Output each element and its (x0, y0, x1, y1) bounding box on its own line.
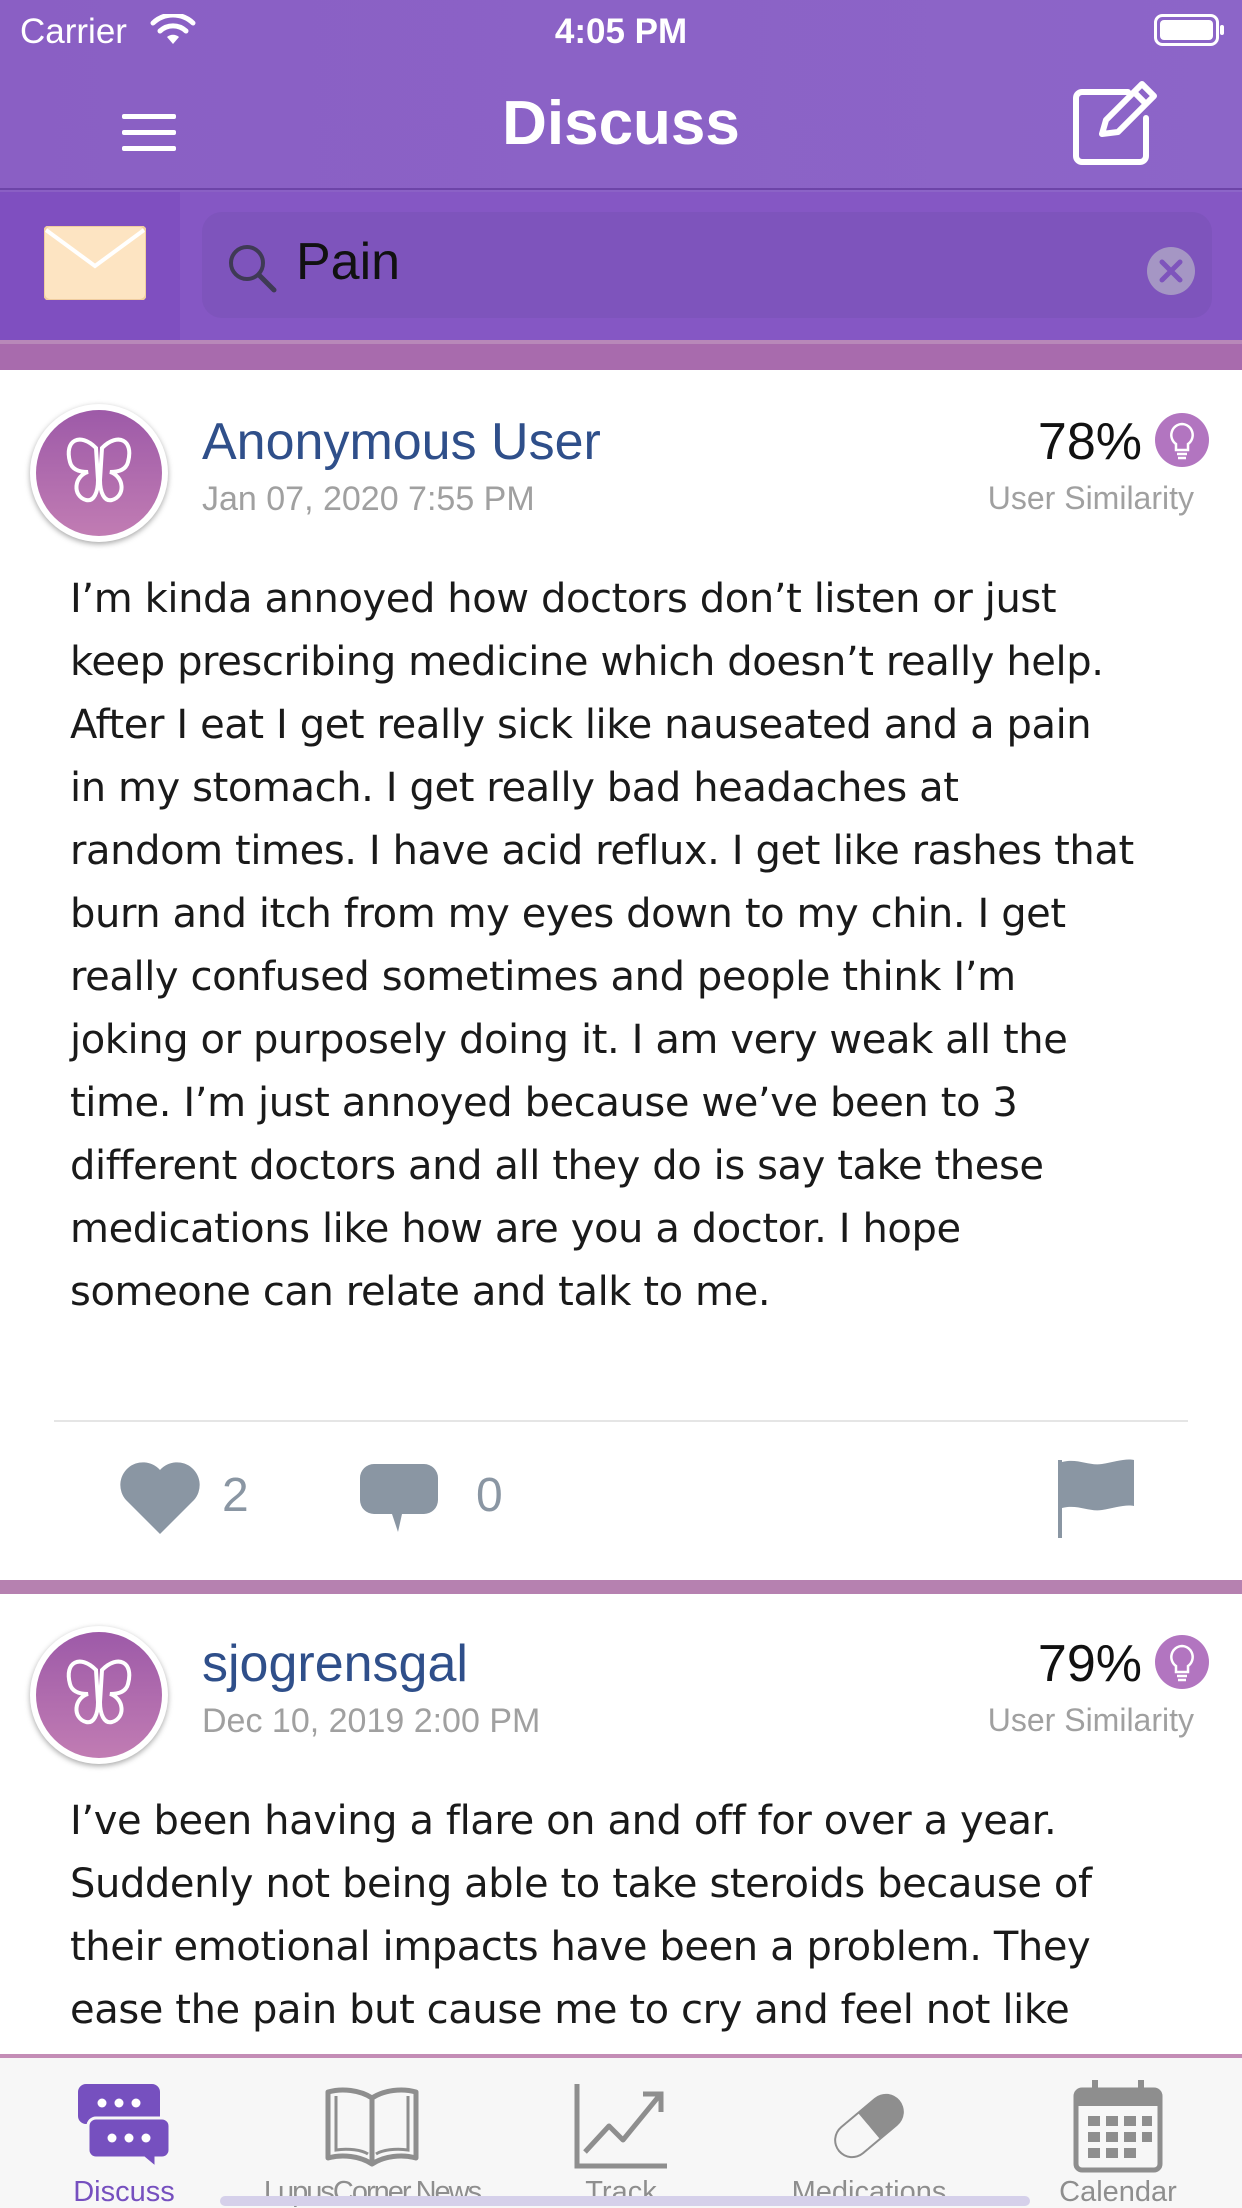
comment-icon[interactable] (358, 1462, 440, 1534)
tab-label: Discuss (73, 2176, 175, 2208)
tab-medications[interactable]: Medications (745, 2058, 993, 2208)
post-body-line: their emotional impacts have been a prob… (70, 1924, 1091, 1970)
search-icon (229, 245, 277, 293)
post-body-line: I’m kinda annoyed how doctors don’t list… (70, 576, 1057, 622)
divider (54, 1420, 1188, 1422)
avatar[interactable] (30, 1626, 168, 1764)
compose-icon[interactable] (1068, 78, 1160, 170)
open-book-icon (325, 2087, 419, 2167)
avatar[interactable] (30, 404, 168, 542)
tab-discuss[interactable]: Discuss (0, 2058, 248, 2208)
search-input[interactable]: Pain (296, 232, 400, 292)
post-body-line: someone can relate and talk to me. (70, 1269, 771, 1315)
post-card[interactable]: Anonymous User Jan 07, 2020 7:55 PM 78% … (0, 370, 1242, 1580)
lightbulb-icon (1155, 413, 1209, 467)
post-body-line: ease the pain but cause me to cry and fe… (70, 1987, 1070, 2033)
post-card[interactable]: sjogrensgal Dec 10, 2019 2:00 PM 79% Use… (0, 1594, 1242, 2054)
comment-count: 0 (476, 1469, 503, 1522)
search-row: Pain (0, 192, 1242, 340)
nav-bar: Discuss (0, 62, 1242, 190)
post-author[interactable]: Anonymous User (202, 412, 601, 472)
post-date: Dec 10, 2019 2:00 PM (202, 1702, 541, 1740)
tab-lupuscorner-news[interactable]: LupusCorner News (248, 2058, 496, 2208)
status-time: 4:05 PM (554, 12, 688, 51)
post-body-line: random times. I have acid reflux. I get … (70, 828, 1134, 874)
status-bar: Carrier 4:05 PM (0, 0, 1242, 62)
similarity-label: User Similarity (987, 1702, 1194, 1738)
post-body-line: I’ve been having a flare on and off for … (70, 1798, 1057, 1844)
similarity-percent: 79% (1037, 1635, 1142, 1693)
tab-calendar[interactable]: Calendar (994, 2058, 1242, 2208)
calendar-icon (1073, 2080, 1163, 2173)
post-body-line: joking or purposely doing it. I am very … (70, 1017, 1068, 1063)
battery-icon (1154, 14, 1224, 46)
envelope-icon (44, 226, 146, 300)
like-count: 2 (222, 1469, 249, 1522)
similarity-percent: 78% (1037, 413, 1142, 471)
post-body-line: really confused sometimes and people thi… (70, 954, 1016, 1000)
post-body-line: different doctors and all they do is say… (70, 1143, 1044, 1189)
post-body-line: in my stomach. I get really bad headache… (70, 765, 959, 811)
app-header: Carrier 4:05 PM Discuss Pain (0, 0, 1242, 340)
tab-label: Calendar (1059, 2176, 1177, 2208)
post-body: I’m kinda annoyed how doctors don’t list… (70, 568, 1180, 1324)
post-body-line: Suddenly not being able to take steroids… (70, 1861, 1092, 1907)
post-body-line: After I eat I get really sick like nause… (70, 702, 1092, 748)
post-body: I’ve been having a flare on and off for … (70, 1790, 1180, 2042)
home-indicator (220, 2196, 1030, 2206)
trend-chart-icon (574, 2084, 667, 2169)
post-body-line: keep prescribing medicine which doesn’t … (70, 639, 1104, 685)
pill-icon (834, 2093, 904, 2159)
post-body-line: burn and itch from my eyes down to my ch… (70, 891, 1066, 937)
tab-track[interactable]: Track (497, 2058, 745, 2208)
similarity-label: User Similarity (987, 480, 1194, 516)
post-body-line: time. I’m just annoyed because we’ve bee… (70, 1080, 1018, 1126)
butterfly-icon (66, 437, 132, 503)
post-separator (0, 1580, 1242, 1594)
lightbulb-icon (1155, 1635, 1209, 1689)
clear-search-icon[interactable] (1146, 246, 1196, 296)
heart-icon[interactable] (118, 1460, 202, 1536)
flag-icon[interactable] (1054, 1456, 1138, 1540)
page-title: Discuss (502, 89, 740, 158)
post-author[interactable]: sjogrensgal (202, 1634, 468, 1694)
messages-button[interactable] (0, 192, 180, 340)
post-date: Jan 07, 2020 7:55 PM (202, 480, 535, 518)
tab-bar: Discuss LupusCorner News Track Medicatio… (0, 2054, 1242, 2208)
post-body-line: medications like how are you a doctor. I… (70, 1206, 961, 1252)
chat-bubbles-icon (78, 2084, 172, 2172)
search-field[interactable]: Pain (202, 212, 1212, 318)
butterfly-icon (66, 1659, 132, 1725)
header-accent-strip (0, 340, 1242, 370)
